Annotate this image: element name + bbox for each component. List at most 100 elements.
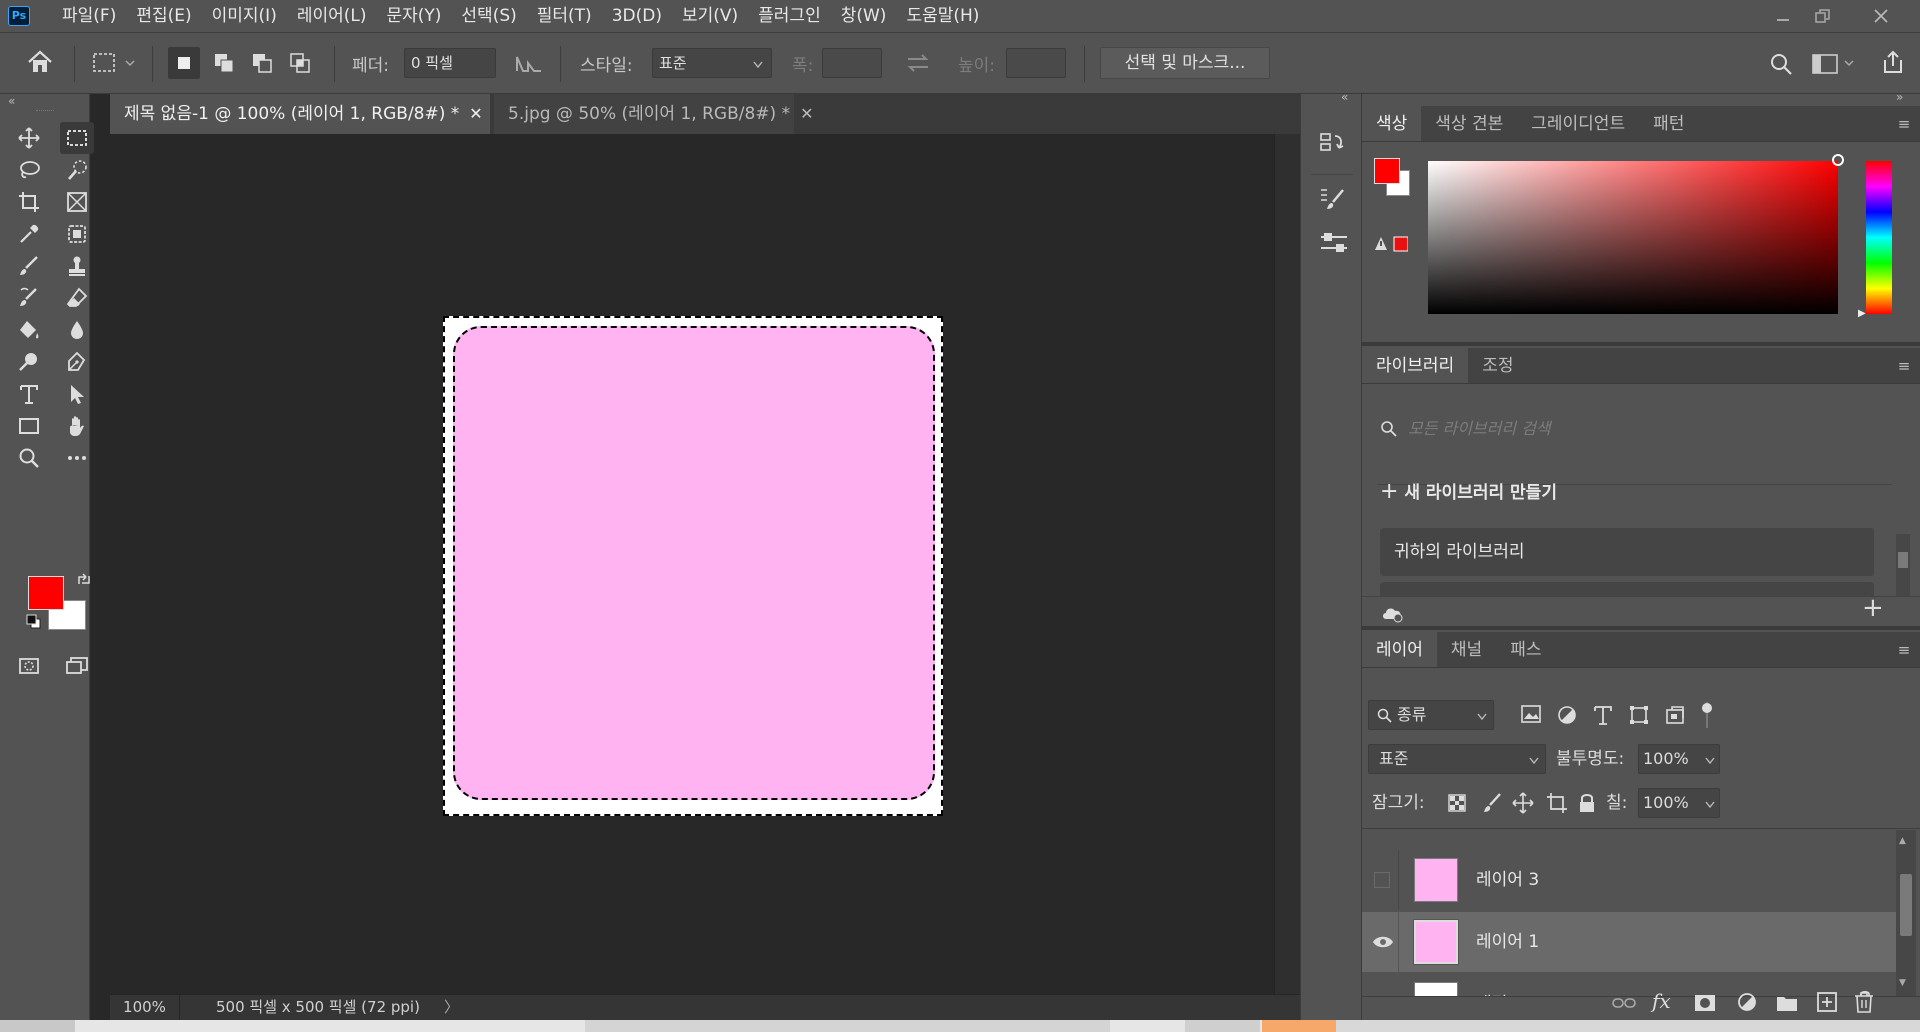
tab-libraries[interactable]: 라이브러리 bbox=[1362, 348, 1469, 383]
tab-adjustments[interactable]: 조정 bbox=[1468, 348, 1527, 383]
style-select[interactable]: 표준 bbox=[652, 48, 772, 78]
layer-filter-select[interactable]: 종류 bbox=[1368, 700, 1494, 730]
collapse-toolbar-icon[interactable]: « bbox=[8, 94, 15, 108]
hue-slider[interactable] bbox=[1866, 161, 1892, 314]
move-tool[interactable] bbox=[12, 122, 46, 154]
tool-preset-picker[interactable] bbox=[92, 51, 138, 75]
fill-input[interactable]: 100% bbox=[1638, 788, 1720, 818]
paint-bucket-tool[interactable] bbox=[12, 314, 46, 346]
menu-type[interactable]: 문자(Y) bbox=[376, 0, 451, 32]
frame-tool[interactable] bbox=[60, 186, 94, 218]
rectangle-tool[interactable] bbox=[12, 410, 46, 442]
subtract-selection-button[interactable] bbox=[246, 47, 278, 79]
gamut-warning-icon[interactable] bbox=[1374, 236, 1408, 252]
lasso-tool[interactable] bbox=[12, 154, 46, 186]
path-selection-tool[interactable] bbox=[60, 378, 94, 410]
brush-tool[interactable] bbox=[12, 250, 46, 282]
blend-mode-select[interactable]: 표준 bbox=[1368, 744, 1546, 774]
chevron-right-icon[interactable]: 〉 bbox=[444, 995, 459, 1020]
menu-filter[interactable]: 필터(T) bbox=[527, 0, 602, 32]
hue-slider-handle[interactable]: ▶ bbox=[1858, 308, 1866, 319]
tab-patterns[interactable]: 패턴 bbox=[1639, 106, 1698, 141]
panel-menu-icon[interactable]: ≡ bbox=[1894, 348, 1914, 384]
visibility-toggle-off[interactable] bbox=[1374, 872, 1390, 888]
library-search-placeholder[interactable]: 모든 라이브러리 검색 bbox=[1408, 414, 1808, 444]
panel-foreground-color[interactable] bbox=[1374, 158, 1400, 184]
filter-pixel-icon[interactable] bbox=[1520, 704, 1542, 724]
zoom-level[interactable]: 100% bbox=[110, 995, 180, 1020]
add-to-selection-button[interactable] bbox=[208, 47, 240, 79]
quick-selection-tool[interactable] bbox=[60, 154, 94, 186]
add-library-icon[interactable]: + bbox=[1862, 593, 1884, 623]
swap-dimensions-button[interactable] bbox=[904, 51, 932, 75]
feather-input[interactable]: 0 픽셀 bbox=[404, 48, 496, 78]
swap-colors-button[interactable] bbox=[76, 572, 92, 588]
menu-layer[interactable]: 레이어(L) bbox=[287, 0, 377, 32]
new-adjustment-layer-icon[interactable] bbox=[1736, 991, 1758, 1013]
width-input[interactable] bbox=[822, 48, 882, 78]
type-tool[interactable] bbox=[12, 378, 46, 410]
new-selection-button[interactable] bbox=[168, 47, 200, 79]
expand-panels-icon[interactable]: » bbox=[1896, 90, 1903, 104]
color-field-picker[interactable] bbox=[1428, 161, 1838, 314]
your-library-item[interactable]: 귀하의 라이브러리 bbox=[1380, 528, 1874, 576]
color-picker-handle[interactable] bbox=[1832, 154, 1844, 166]
home-button[interactable] bbox=[26, 49, 54, 75]
menu-image[interactable]: 이미지(I) bbox=[202, 0, 287, 32]
canvas-area[interactable] bbox=[110, 134, 1274, 994]
link-layers-icon[interactable] bbox=[1612, 993, 1636, 1013]
new-layer-icon[interactable] bbox=[1816, 991, 1838, 1013]
minimize-button[interactable] bbox=[1764, 0, 1802, 32]
lock-all-icon[interactable] bbox=[1578, 792, 1596, 814]
filter-type-icon[interactable] bbox=[1592, 704, 1614, 726]
eyedropper-tool[interactable] bbox=[12, 218, 46, 250]
default-colors-button[interactable] bbox=[26, 614, 42, 630]
tab-gradients[interactable]: 그레이디언트 bbox=[1517, 106, 1639, 141]
opacity-input[interactable]: 100% bbox=[1638, 744, 1720, 774]
layer-row-3[interactable]: 레이어 3 bbox=[1362, 850, 1896, 910]
menu-view[interactable]: 보기(V) bbox=[672, 0, 748, 32]
patch-tool[interactable] bbox=[60, 218, 94, 250]
eraser-tool[interactable] bbox=[60, 282, 94, 314]
restore-button[interactable] bbox=[1804, 0, 1842, 32]
intersect-selection-button[interactable] bbox=[284, 47, 316, 79]
library-scrollbar[interactable] bbox=[1896, 534, 1910, 596]
height-input[interactable] bbox=[1006, 48, 1066, 78]
tab-layers[interactable]: 레이어 bbox=[1362, 632, 1437, 667]
history-panel-button[interactable] bbox=[1319, 130, 1347, 158]
crop-tool[interactable] bbox=[12, 186, 46, 218]
blur-tool[interactable] bbox=[60, 314, 94, 346]
layer-name[interactable]: 레이어 3 bbox=[1476, 850, 1539, 910]
new-group-icon[interactable] bbox=[1776, 993, 1798, 1013]
panel-menu-icon[interactable]: ≡ bbox=[1894, 632, 1914, 668]
foreground-color-swatch[interactable] bbox=[28, 576, 64, 610]
quick-mask-button[interactable] bbox=[12, 650, 46, 682]
filter-smart-object-icon[interactable] bbox=[1664, 704, 1686, 726]
anti-alias-toggle[interactable] bbox=[514, 51, 544, 75]
adjustments-panel-button[interactable] bbox=[1319, 230, 1349, 256]
layer-name[interactable]: 레이어 1 bbox=[1476, 912, 1539, 972]
share-button[interactable] bbox=[1880, 49, 1906, 75]
scroll-down-icon[interactable]: ▼ bbox=[1899, 978, 1906, 988]
tab-untitled-1[interactable]: 제목 없음-1 @ 100% (레이어 1, RGB/8#) * ✕ bbox=[110, 94, 490, 134]
close-tab-icon[interactable]: ✕ bbox=[800, 104, 813, 123]
vertical-scrollbar[interactable] bbox=[1274, 134, 1300, 994]
brush-settings-panel-button[interactable] bbox=[1319, 186, 1347, 214]
eye-icon[interactable] bbox=[1372, 934, 1394, 950]
menu-help[interactable]: 도움말(H) bbox=[896, 0, 989, 32]
clone-stamp-tool[interactable] bbox=[60, 250, 94, 282]
tab-channels[interactable]: 채널 bbox=[1437, 632, 1496, 667]
panel-menu-icon[interactable]: ≡ bbox=[1894, 106, 1914, 142]
collapse-dock-icon[interactable]: « bbox=[1341, 90, 1348, 104]
layer-row-1-selected[interactable]: 레이어 1 bbox=[1362, 912, 1896, 972]
menu-plugins[interactable]: 플러그인 bbox=[748, 0, 831, 32]
tab-color[interactable]: 색상 bbox=[1362, 106, 1422, 141]
filter-shape-icon[interactable] bbox=[1628, 704, 1650, 726]
tab-swatches[interactable]: 색상 견본 bbox=[1421, 106, 1517, 141]
tab-5-jpg[interactable]: 5.jpg @ 50% (레이어 1, RGB/8#) * ✕ bbox=[494, 94, 813, 134]
screen-mode-button[interactable] bbox=[60, 650, 94, 682]
history-brush-tool[interactable] bbox=[12, 282, 46, 314]
select-and-mask-button[interactable]: 선택 및 마스크... bbox=[1100, 47, 1270, 79]
menu-window[interactable]: 창(W) bbox=[831, 0, 897, 32]
dodge-tool[interactable] bbox=[12, 346, 46, 378]
